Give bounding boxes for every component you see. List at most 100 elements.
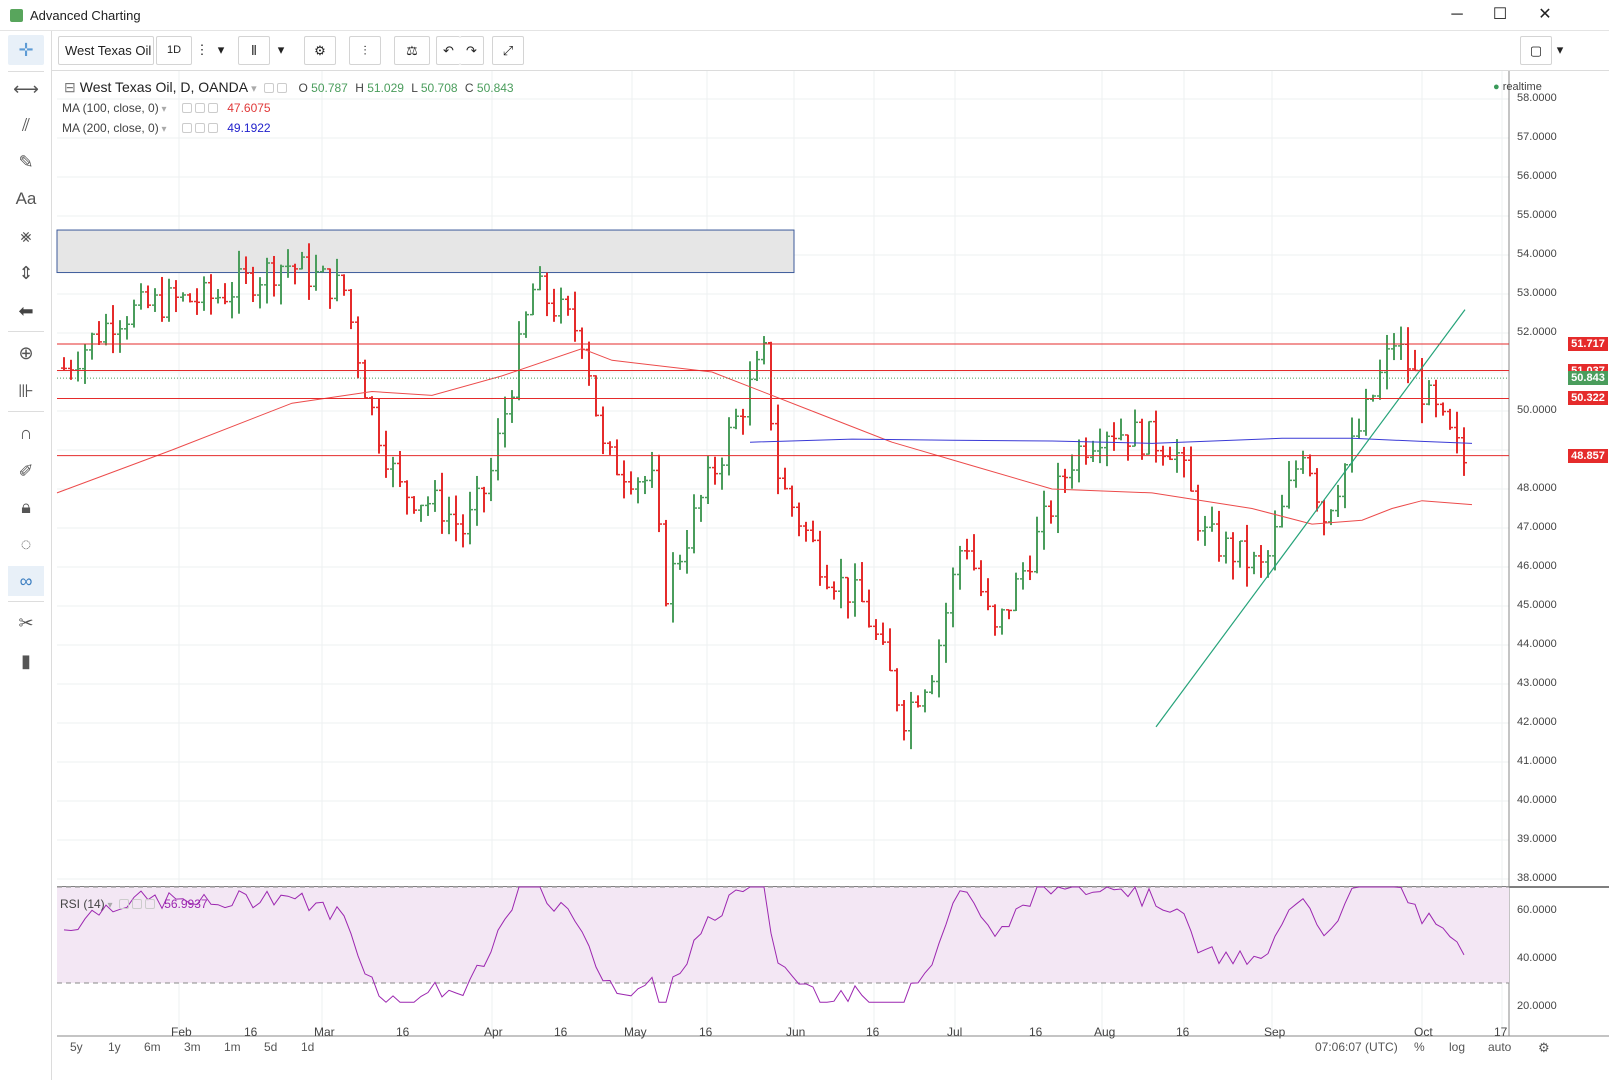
text-tool-icon[interactable]: Aa [8,184,44,214]
ma200-settings-icon[interactable] [194,123,205,133]
ma100-visibility-icon[interactable] [181,103,192,113]
auto-scale-button[interactable]: auto [1488,1040,1511,1054]
ma200-value: 49.1922 [227,121,271,135]
price-axis-tick: 38.0000 [1517,872,1557,884]
drawing-toolbar: ✛ ⟷ ⫽ ✎ Aa ⨳ ⇕ ⬅ ⊕ ⊪ ∩ ✐ 🔒︎ ◌ ∞ ✂ ▮ [0,31,52,1080]
trend-line-icon[interactable]: ⟷ [8,74,44,104]
range-button-6m[interactable]: 6m [144,1040,161,1054]
rsi-value: 56.9937 [164,897,208,911]
price-axis-tick: 58.0000 [1517,92,1557,104]
price-axis-tick: 46.0000 [1517,560,1557,572]
price-axis-tick: 39.0000 [1517,833,1557,845]
log-scale-button[interactable]: log [1449,1040,1465,1054]
price-axis-tick: 48.0000 [1517,482,1557,494]
ma100-line [56,348,1473,525]
ma200-line [749,437,1473,444]
close-button[interactable]: ✕ [1525,4,1565,26]
ma200-remove-icon[interactable] [207,123,218,133]
interval-button[interactable]: 1D [156,36,192,65]
minimize-button[interactable]: ─ [1437,4,1477,26]
zoom-in-icon[interactable]: ⊕ [8,338,44,368]
measure-icon[interactable]: ⇕ [8,258,44,288]
indicators-icon[interactable]: ⫶ [349,36,381,65]
ma100-remove-icon[interactable] [207,103,218,113]
percent-scale-button[interactable]: % [1414,1040,1425,1054]
rsi-axis-tick: 40.0000 [1517,952,1557,964]
maximize-button[interactable]: ☐ [1480,4,1520,26]
series-settings-icon[interactable] [263,83,274,93]
series-title: West Texas Oil, D, OANDA [79,79,248,95]
open-value: 50.787 [311,81,348,95]
rsi-band [57,887,1509,983]
resistance-zone [56,229,795,274]
price-level-label: 48.857 [1568,448,1608,463]
pattern-icon[interactable]: ⨳ [8,221,44,251]
magnet-icon[interactable]: ∩ [8,418,44,448]
range-button-1m[interactable]: 1m [224,1040,241,1054]
price-axis-tick: 45.0000 [1517,599,1557,611]
chart-area[interactable]: ⊟ West Texas Oil, D, OANDA ▾ O 50.787 H 5… [52,71,1609,1080]
range-button-5y[interactable]: 5y [70,1040,83,1054]
bottom-bar: 5y 1y 6m 3m 1m 5d 1d 07:06:07 (UTC) % log auto… [52,1036,1609,1080]
swatch-dropdown-icon[interactable]: ▾ [1552,36,1568,65]
trash-icon[interactable]: ▮ [8,646,44,676]
high-value: 51.029 [367,81,404,95]
price-axis-tick: 50.0000 [1517,404,1557,416]
range-button-3m[interactable]: 3m [184,1040,201,1054]
window-titlebar: Advanced Charting ─ ☐ ✕ [0,0,1609,31]
color-swatch-icon[interactable]: ▢ [1520,36,1552,65]
price-axis-tick: 41.0000 [1517,755,1557,767]
series-dropdown-icon[interactable]: ▾ [251,83,257,95]
settings-gear-icon[interactable]: ⚙ [304,36,336,65]
bar-style-dropdown-icon[interactable]: ▾ [271,36,291,65]
bar-style-icon[interactable]: ⫴ [238,36,270,65]
interval-dropdown-button[interactable]: ▾ [211,36,231,65]
price-axis-tick: 54.0000 [1517,248,1557,260]
symbol-search-input[interactable]: West Texas Oil [58,36,154,65]
redo-icon[interactable]: ↷ [460,36,484,65]
price-axis-tick: 42.0000 [1517,716,1557,728]
clock: 07:06:07 (UTC) [1315,1040,1398,1054]
range-button-1d[interactable]: 1d [301,1040,314,1054]
range-button-1y[interactable]: 1y [108,1040,121,1054]
low-value: 50.708 [420,81,458,95]
collapse-legend-icon[interactable]: ⊟ [64,79,76,95]
ma200-visibility-icon[interactable] [181,123,192,133]
range-button-5d[interactable]: 5d [264,1040,277,1054]
arrow-back-icon[interactable]: ⬅ [8,296,44,326]
rsi-axis-tick: 60.0000 [1517,904,1557,916]
rsi-settings-icon[interactable] [131,899,142,909]
stay-drawing-icon[interactable]: ✐ [8,456,44,486]
price-level-label: 51.717 [1568,337,1608,352]
tools-icon[interactable]: ✂ [8,608,44,638]
chart-style-icon[interactable]: ⊪ [8,376,44,406]
price-axis-tick: 43.0000 [1517,677,1557,689]
rsi-visibility-icon[interactable] [118,899,129,909]
rsi-axis-tick: 20.0000 [1517,1000,1557,1012]
series-visibility-icon[interactable] [276,83,287,93]
fib-retracement-icon[interactable]: ⫽ [8,110,44,140]
window-title: Advanced Charting [30,8,141,23]
price-axis-tick: 47.0000 [1517,521,1557,533]
compare-scale-icon[interactable]: ⚖ [394,36,430,65]
price-level-label: 50.843 [1568,371,1608,386]
price-axis-tick: 40.0000 [1517,794,1557,806]
fullscreen-icon[interactable]: ⤢ [492,36,524,65]
rsi-legend: RSI (14) ▾ 56.9937 [60,897,208,911]
undo-icon[interactable]: ↶ [436,36,460,65]
close-value: 50.843 [476,81,514,95]
interval-more-button[interactable]: ⋮ [193,36,211,65]
chart-settings-icon[interactable]: ⚙ [1538,1040,1550,1056]
price-level-label: 50.322 [1568,391,1608,406]
lock-icon[interactable]: 🔒︎ [8,492,44,522]
brush-icon[interactable]: ✎ [8,147,44,177]
ma200-legend: MA (200, close, 0) ▾ 49.1922 [62,121,271,135]
price-chart[interactable] [52,71,1609,1080]
link-icon[interactable]: ∞ [8,566,44,596]
price-axis-tick: 55.0000 [1517,209,1557,221]
rsi-remove-icon[interactable] [144,899,155,909]
ma100-settings-icon[interactable] [194,103,205,113]
hide-drawings-icon[interactable]: ◌ [8,529,44,559]
crosshair-icon[interactable]: ✛ [8,35,44,65]
price-axis-tick: 44.0000 [1517,638,1557,650]
